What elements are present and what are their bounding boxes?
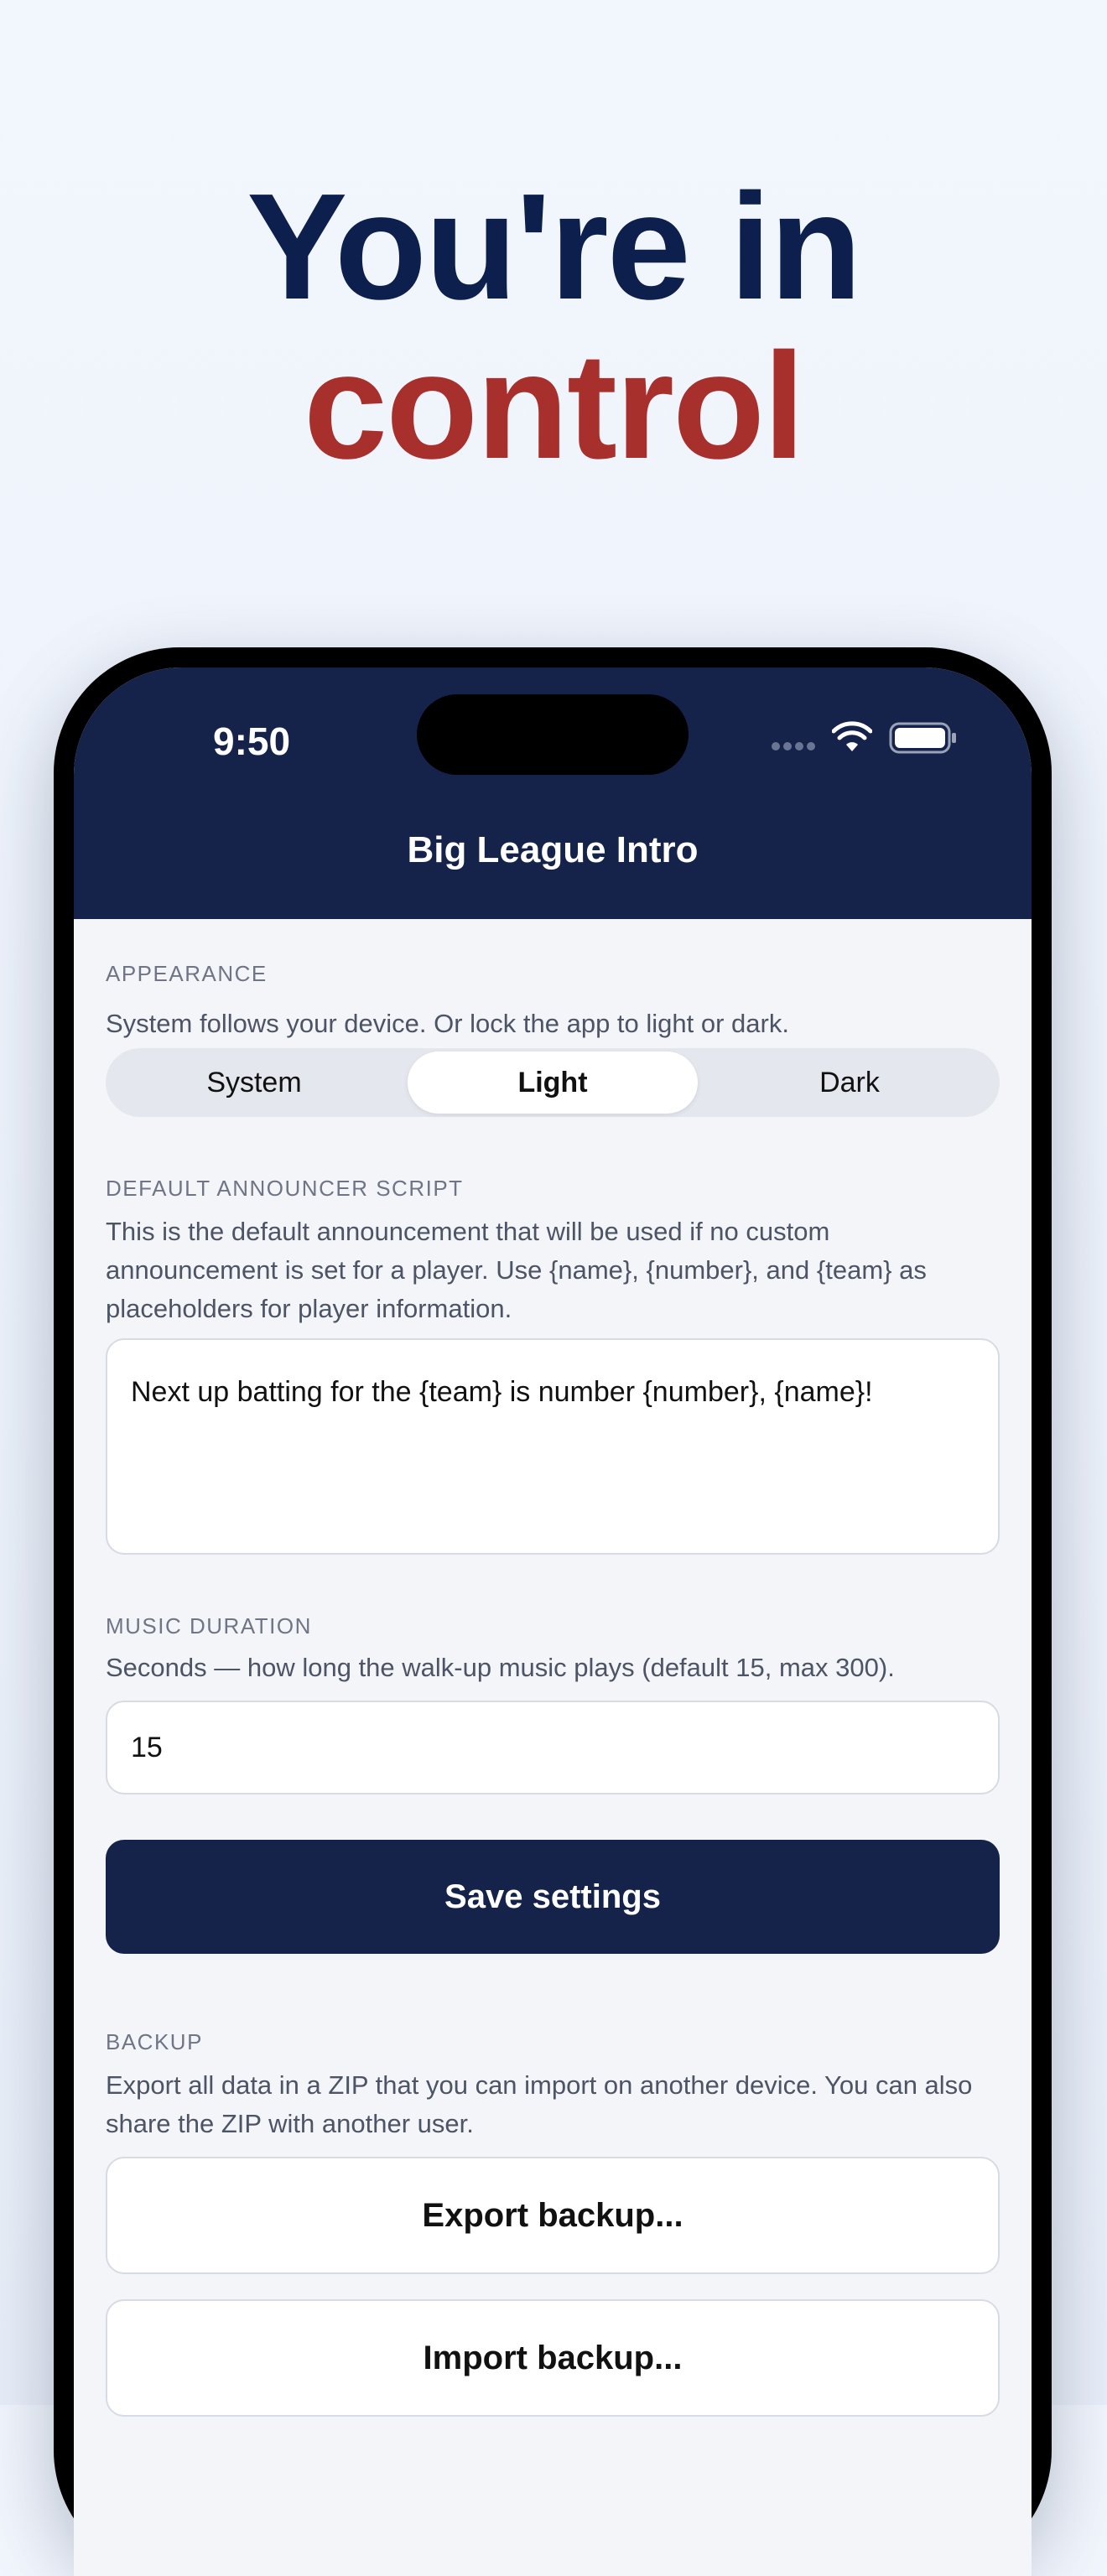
backup-label: BACKUP — [106, 2029, 203, 2054]
announcer-description: This is the default announcement that wi… — [106, 1217, 927, 1323]
appearance-option-light[interactable]: Light — [408, 1052, 698, 1114]
headline-line-1: You're in — [247, 163, 862, 331]
phone-frame: 9:50 Big League Intro APPEARANCE System … — [54, 647, 1052, 2576]
backup-description: Export all data in a ZIP that you can im… — [106, 2070, 973, 2138]
save-settings-button[interactable]: Save settings — [106, 1840, 1000, 1954]
wifi-icon — [832, 721, 872, 751]
export-backup-button[interactable]: Export backup... — [106, 2157, 1000, 2274]
battery-icon — [889, 722, 956, 754]
announcer-label: DEFAULT ANNOUNCER SCRIPT — [106, 1176, 464, 1201]
music-duration-description: Seconds — how long the walk-up music pla… — [106, 1653, 895, 1682]
dynamic-island — [417, 694, 689, 775]
appearance-segmented-control: System Light Dark — [106, 1048, 1000, 1117]
app-title: Big League Intro — [407, 829, 699, 870]
music-duration-label: MUSIC DURATION — [106, 1613, 312, 1639]
navigation-bar: 9:50 Big League Intro — [74, 667, 1032, 919]
appearance-option-dark[interactable]: Dark — [704, 1052, 995, 1114]
status-time: 9:50 — [213, 719, 291, 763]
music-duration-input[interactable]: 15 — [106, 1701, 1000, 1794]
phone-screen: 9:50 Big League Intro APPEARANCE System … — [74, 667, 1032, 2576]
appearance-option-system[interactable]: System — [109, 1052, 399, 1114]
headline-line-2: control — [304, 322, 805, 491]
appearance-label: APPEARANCE — [106, 961, 268, 986]
announcer-script-textarea[interactable]: Next up batting for the {team} is number… — [106, 1338, 1000, 1555]
import-backup-button[interactable]: Import backup... — [106, 2299, 1000, 2417]
appearance-description: System follows your device. Or lock the … — [106, 1009, 789, 1038]
cellular-signal-icon — [772, 740, 822, 751]
marketing-headline: You're in control — [0, 168, 1107, 486]
